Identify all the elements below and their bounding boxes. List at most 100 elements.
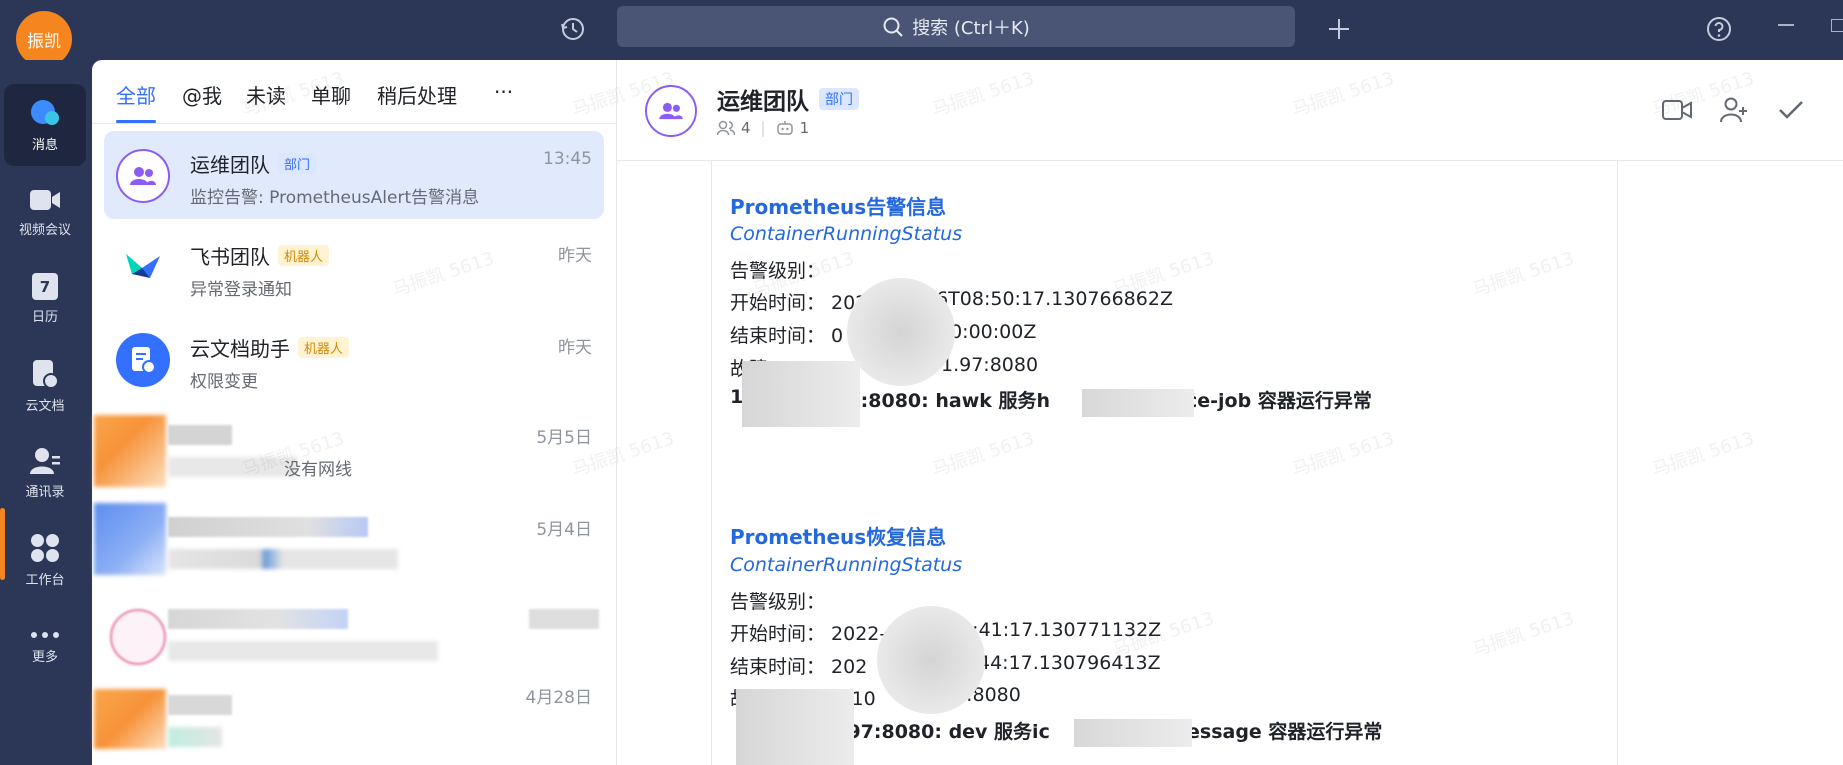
conversation-name: 云文档助手 xyxy=(190,337,290,361)
redaction-mosaic xyxy=(877,606,985,714)
video-call-icon[interactable] xyxy=(1660,93,1694,127)
conversation-time: 5月4日 xyxy=(536,520,592,540)
maximize-icon[interactable] xyxy=(1831,19,1843,32)
alert-start: 开始时间： 202 xyxy=(730,292,868,314)
conversation-preview: 权限变更 xyxy=(190,372,258,392)
conversation-time: 昨天 xyxy=(558,246,592,266)
alert-message-card: Prometheus告警信息 ContainerRunningStatus 告警… xyxy=(711,161,1618,765)
conversation-time: 13:45 xyxy=(543,149,592,169)
search-input[interactable]: 搜索 (Ctrl＋K) xyxy=(617,6,1295,47)
rail-label: 工作台 xyxy=(25,572,65,588)
rail-item-video[interactable]: 视频会议 xyxy=(4,171,86,253)
conversation-title: 云文档助手 机器人 xyxy=(190,333,350,362)
conversation-list-panel: 全部 @我 未读 单聊 稍后处理 ··· 运维团队 部门 监控告警: Prome… xyxy=(92,60,617,765)
recovery-end: 结束时间： 202 xyxy=(730,656,868,678)
blurred-name xyxy=(168,425,232,445)
tab-later[interactable]: 稍后处理 xyxy=(377,80,457,109)
chat-panel: 运维团队 部门 4 | 1 Prometheus告警信息 ContainerRu… xyxy=(617,60,1843,765)
blurred-avatar xyxy=(94,689,166,749)
contacts-icon xyxy=(30,447,60,474)
list-item[interactable]: 没有网线 5月5日 xyxy=(94,407,604,495)
rail-item-workspace[interactable]: 工作台 xyxy=(4,519,86,601)
redaction-mosaic xyxy=(736,689,854,765)
blurred-name xyxy=(168,695,232,715)
tab-direct[interactable]: 单聊 xyxy=(311,80,351,109)
list-item[interactable]: 5月4日 xyxy=(94,499,604,587)
chat-header: 运维团队 部门 4 | 1 xyxy=(617,60,1843,161)
conversation-title: 飞书团队 机器人 xyxy=(190,241,330,270)
list-item-feishu-team[interactable]: 飞书团队 机器人 异常登录通知 昨天 xyxy=(104,223,604,311)
blurred-name xyxy=(168,517,368,537)
minimize-icon[interactable] xyxy=(1778,24,1794,26)
chat-bubble-icon xyxy=(31,99,59,125)
rail-item-calendar[interactable]: 7 日历 xyxy=(4,258,86,340)
dept-badge: 部门 xyxy=(819,88,859,110)
group-icon xyxy=(130,167,156,185)
members-icon[interactable] xyxy=(717,120,735,136)
help-icon[interactable] xyxy=(1702,12,1736,46)
conversation-name: 飞书团队 xyxy=(190,245,270,269)
cloud-doc-icon xyxy=(33,359,59,389)
group-avatar xyxy=(116,149,170,203)
list-item[interactable] xyxy=(104,591,604,679)
search-placeholder: 搜索 (Ctrl＋K) xyxy=(912,17,1030,39)
more-dots-icon xyxy=(31,631,59,638)
blurred-preview xyxy=(168,727,222,747)
conversation-preview: 监控告警: PrometheusAlert告警消息 xyxy=(190,188,480,208)
conversation-name: 运维团队 xyxy=(190,153,270,177)
rail-item-docs[interactable]: 云文档 xyxy=(4,345,86,427)
dept-badge: 部门 xyxy=(278,153,317,174)
filter-tabs: 全部 @我 未读 单聊 稍后处理 ··· xyxy=(92,60,617,124)
bot-icon[interactable] xyxy=(776,120,794,136)
redaction-mosaic xyxy=(1082,389,1194,417)
list-item-doc-assistant[interactable]: 云文档助手 机器人 权限变更 昨天 xyxy=(104,315,604,403)
rail-item-messages[interactable]: 消息 xyxy=(4,84,86,166)
bot-badge: 机器人 xyxy=(278,245,330,266)
blurred-avatar xyxy=(94,415,166,487)
recovery-summary-mid: 1.97:8080: dev 服务ic xyxy=(827,721,1050,743)
chat-title-text: 运维团队 xyxy=(717,89,809,115)
conversation-preview: 没有网线 xyxy=(284,460,352,480)
doc-assistant-avatar xyxy=(116,333,170,387)
message-area: Prometheus告警信息 ContainerRunningStatus 告警… xyxy=(617,161,1843,765)
rail-item-contacts[interactable]: 通讯录 xyxy=(4,432,86,514)
recovery-end-tail: 44:17.130796413Z xyxy=(978,652,1161,674)
tab-mentions[interactable]: @我 xyxy=(182,80,222,109)
conversation-title: 运维团队 部门 xyxy=(190,149,317,178)
tab-all[interactable]: 全部 xyxy=(116,80,156,109)
plus-icon[interactable] xyxy=(1322,12,1356,46)
rail-item-more[interactable]: 更多 xyxy=(4,606,86,688)
history-icon[interactable] xyxy=(556,12,590,46)
checkmark-icon[interactable] xyxy=(1774,93,1808,127)
rail-label: 通讯录 xyxy=(25,484,65,500)
tab-more[interactable]: ··· xyxy=(494,80,513,104)
user-avatar[interactable]: 振凯 xyxy=(16,11,72,67)
alert-subtitle: ContainerRunningStatus xyxy=(730,223,963,245)
recovery-summary-tail: essage 容器运行异常 xyxy=(1187,721,1383,743)
rail-label: 消息 xyxy=(31,137,58,153)
redaction-mosaic xyxy=(742,361,860,427)
alert-start-tail: 06T08:50:17.130766862Z xyxy=(924,288,1173,310)
members-count: 4 xyxy=(741,119,751,137)
add-member-icon[interactable] xyxy=(1717,93,1751,127)
recovery-level: 告警级别： xyxy=(730,591,826,613)
chat-meta: 4 | 1 xyxy=(717,119,809,137)
list-item-ops-team[interactable]: 运维团队 部门 监控告警: PrometheusAlert告警消息 13:45 xyxy=(104,131,604,219)
calendar-day: 7 xyxy=(39,277,51,296)
rail-label: 更多 xyxy=(31,649,58,665)
recovery-title: Prometheus恢复信息 xyxy=(730,525,947,549)
alert-summary-tail: ce-job 容器运行异常 xyxy=(1186,390,1372,412)
tab-unread[interactable]: 未读 xyxy=(246,80,286,109)
list-item[interactable]: 4月28日 xyxy=(94,683,604,765)
redaction-mosaic xyxy=(1074,719,1192,747)
alert-end: 结束时间： 0 xyxy=(730,325,844,347)
video-camera-icon xyxy=(30,189,60,210)
recovery-subtitle: ContainerRunningStatus xyxy=(730,554,963,576)
redaction-mosaic xyxy=(847,278,955,386)
group-avatar[interactable] xyxy=(645,85,697,137)
blurred-preview xyxy=(168,457,298,477)
blurred-preview xyxy=(168,641,438,661)
user-avatar-text: 振凯 xyxy=(27,31,61,52)
bot-badge: 机器人 xyxy=(298,337,350,358)
group-icon xyxy=(659,102,683,120)
